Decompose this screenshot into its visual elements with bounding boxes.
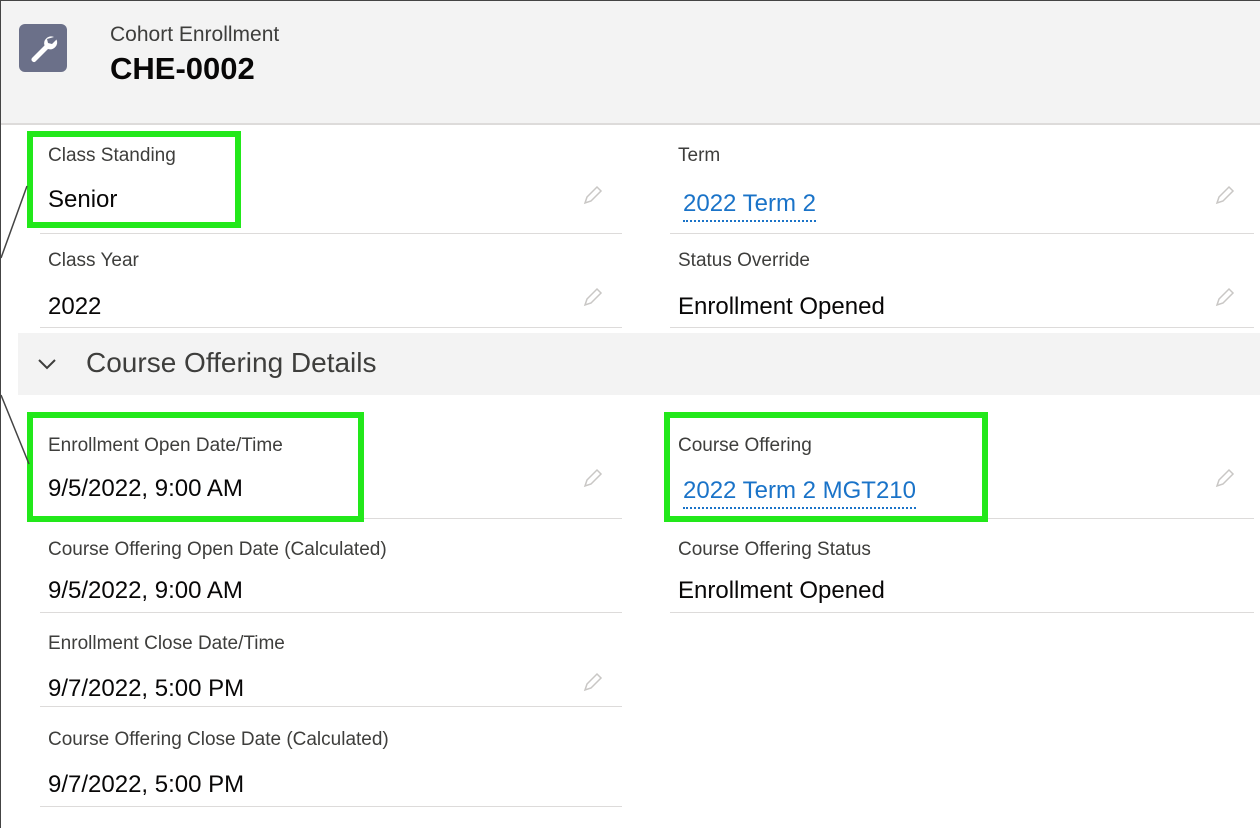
pencil-icon[interactable] — [582, 184, 604, 206]
section-course-offering-details[interactable]: Course Offering Details — [18, 333, 1260, 395]
record-header: Cohort Enrollment CHE-0002 — [1, 1, 1260, 125]
field-label: Course Offering Open Date (Calculated) — [48, 539, 387, 560]
wrench-icon — [19, 24, 67, 72]
field-course-offering-status: Course Offering Status Enrollment Opened — [670, 519, 1254, 613]
field-value: 9/7/2022, 5:00 PM — [48, 675, 245, 702]
highlight-box-enrollment-open — [27, 412, 364, 522]
term-link[interactable]: 2022 Term 2 — [683, 190, 816, 222]
field-label: Status Override — [678, 250, 810, 271]
pencil-icon[interactable] — [1214, 184, 1236, 206]
highlight-box-class-standing — [27, 131, 241, 228]
field-value: Enrollment Opened — [678, 293, 885, 320]
field-class-year: Class Year 2022 — [40, 234, 622, 328]
pencil-icon[interactable] — [582, 286, 604, 308]
field-label: Class Year — [48, 250, 139, 271]
section-title: Course Offering Details — [86, 347, 377, 378]
pencil-icon[interactable] — [1214, 467, 1236, 489]
field-course-offering-close-calculated: Course Offering Close Date (Calculated) … — [40, 713, 622, 807]
field-label: Enrollment Close Date/Time — [48, 633, 285, 654]
object-label: Cohort Enrollment — [110, 23, 280, 46]
field-status-override: Status Override Enrollment Opened — [670, 234, 1254, 328]
highlight-box-course-offering — [664, 412, 988, 522]
field-term: Term 2022 Term 2 — [670, 140, 1254, 234]
field-value: 9/7/2022, 5:00 PM — [48, 771, 245, 798]
field-enrollment-close: Enrollment Close Date/Time 9/7/2022, 5:0… — [40, 613, 622, 707]
pencil-icon[interactable] — [582, 467, 604, 489]
pencil-icon[interactable] — [582, 671, 604, 693]
pencil-icon[interactable] — [1214, 286, 1236, 308]
record-title: CHE-0002 — [110, 51, 255, 86]
chevron-down-icon[interactable] — [32, 349, 62, 379]
field-label: Course Offering Status — [678, 539, 871, 560]
field-label: Course Offering Close Date (Calculated) — [48, 729, 389, 750]
field-value: 2022 — [48, 293, 102, 320]
field-label: Term — [678, 145, 721, 166]
field-value: 9/5/2022, 9:00 AM — [48, 577, 243, 604]
field-value: Enrollment Opened — [678, 577, 885, 604]
field-course-offering-open-calculated: Course Offering Open Date (Calculated) 9… — [40, 519, 622, 613]
